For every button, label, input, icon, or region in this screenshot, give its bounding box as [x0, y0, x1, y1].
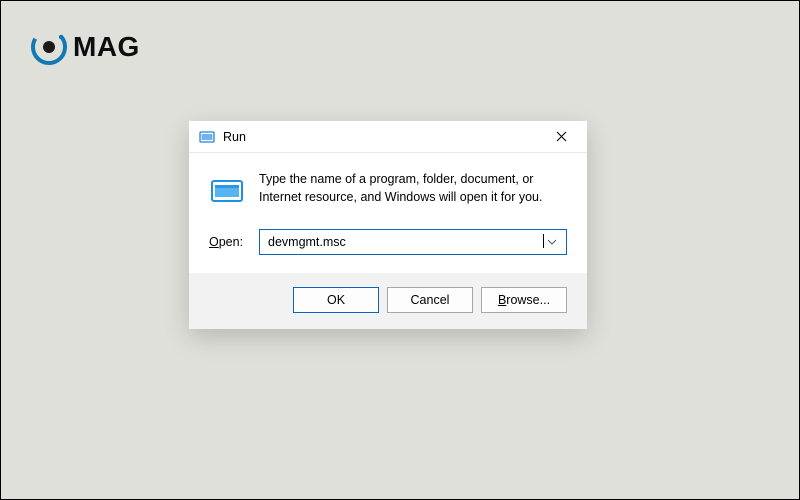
close-icon — [556, 131, 567, 142]
cancel-button-label: Cancel — [411, 293, 450, 307]
run-dialog: Run Type the name of a program, folder, … — [189, 121, 587, 329]
logo-c-icon — [31, 29, 67, 65]
open-label: Open: — [209, 235, 247, 249]
run-titlebar-icon — [199, 129, 215, 145]
ok-button-label: OK — [327, 293, 345, 307]
open-combobox-value: devmgmt.msc — [268, 235, 544, 249]
titlebar: Run — [189, 121, 587, 153]
dialog-body: Type the name of a program, folder, docu… — [189, 153, 587, 223]
open-row: Open: devmgmt.msc — [189, 223, 587, 273]
brand-logo: MAG — [31, 29, 140, 65]
logo-text: MAG — [73, 31, 140, 63]
dialog-title: Run — [223, 130, 543, 144]
ok-button[interactable]: OK — [293, 287, 379, 313]
run-app-icon — [209, 173, 245, 209]
close-button[interactable] — [543, 123, 579, 151]
chevron-down-icon[interactable] — [544, 239, 560, 245]
open-combobox[interactable]: devmgmt.msc — [259, 229, 567, 255]
browse-button[interactable]: Browse... — [481, 287, 567, 313]
cancel-button[interactable]: Cancel — [387, 287, 473, 313]
text-caret — [543, 234, 544, 248]
dialog-description: Type the name of a program, folder, docu… — [259, 171, 567, 209]
button-row: OK Cancel Browse... — [189, 273, 587, 329]
browse-button-label: Browse... — [498, 293, 550, 307]
